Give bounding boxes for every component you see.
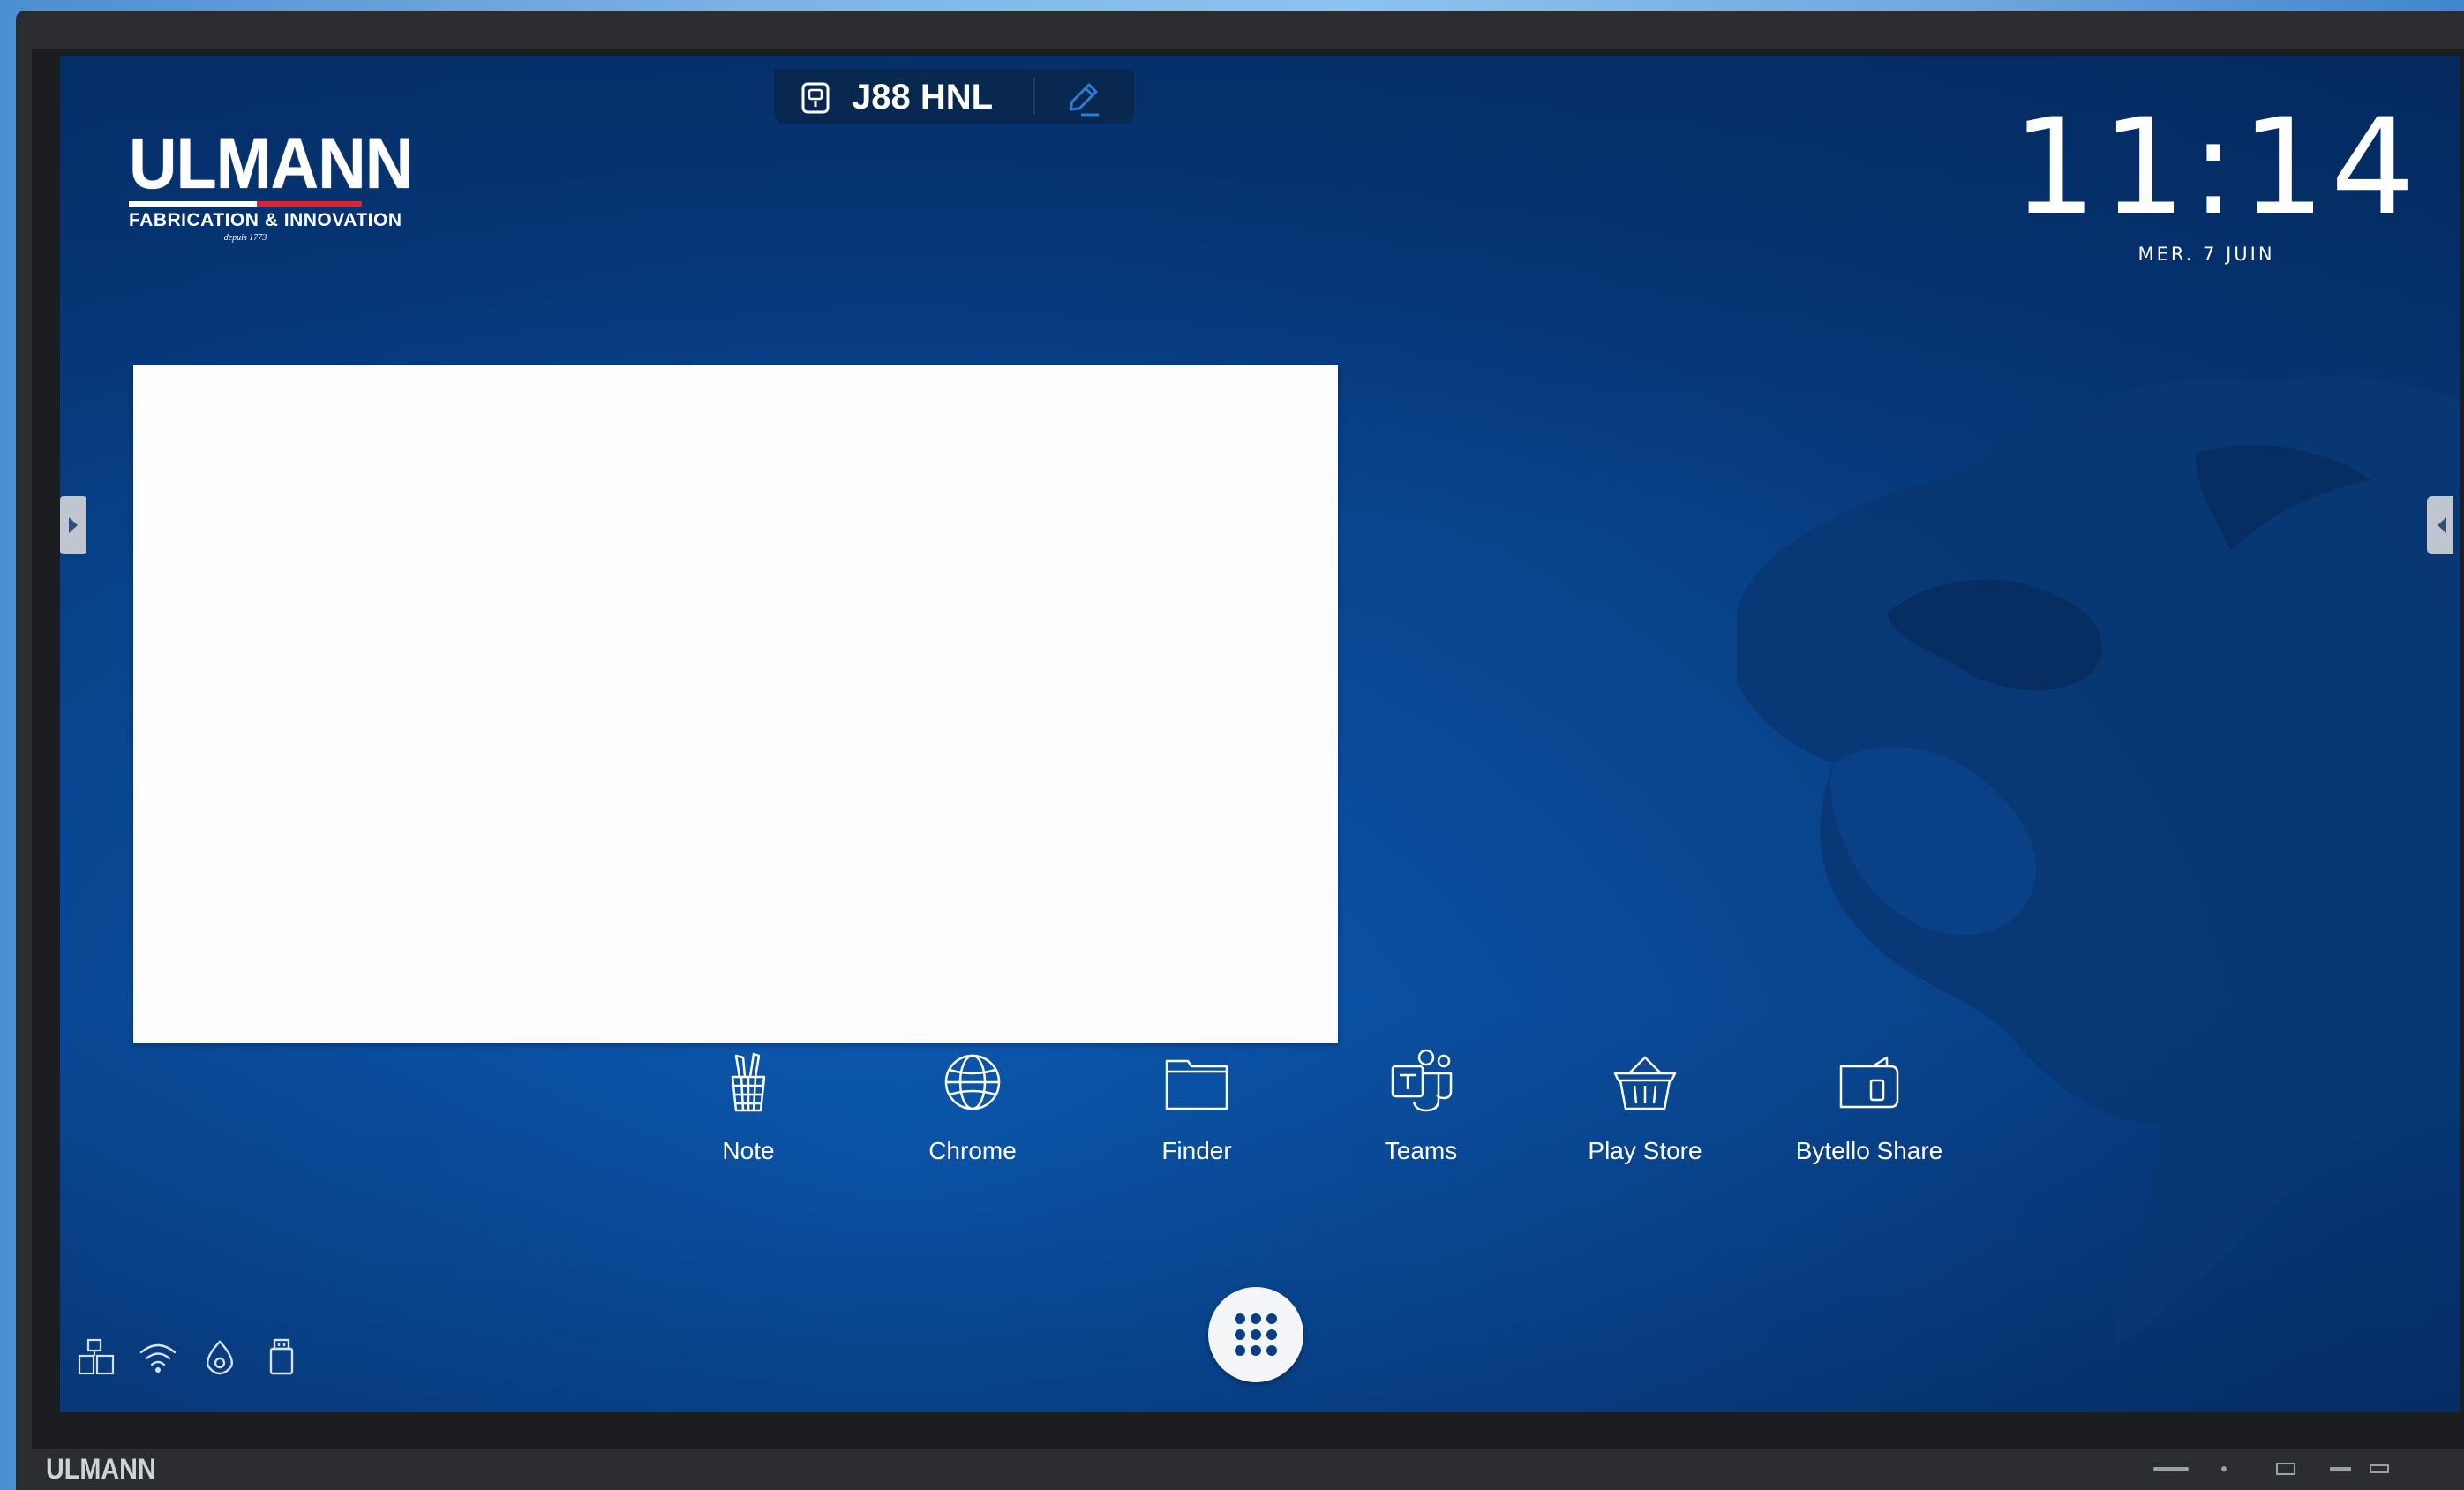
teams-icon — [1391, 1049, 1453, 1112]
wifi-icon[interactable] — [138, 1336, 178, 1377]
grid-dots-icon — [1235, 1313, 1277, 1356]
app-chrome[interactable]: Chrome — [858, 1045, 1087, 1165]
input-source-icon[interactable] — [76, 1336, 116, 1377]
app-label: Chrome — [928, 1137, 1017, 1164]
device-name: J88 HNL — [852, 78, 994, 117]
app-label: Play Store — [1588, 1137, 1702, 1164]
app-finder[interactable]: Finder — [1082, 1045, 1311, 1165]
app-drawer-button[interactable] — [1208, 1287, 1303, 1382]
logo-since: depuis 1773 — [223, 233, 267, 243]
clock-time: 11:14 — [2012, 91, 2421, 245]
chevron-right-icon — [69, 517, 78, 533]
app-note[interactable]: Note — [634, 1045, 863, 1165]
usb-icon[interactable] — [261, 1336, 302, 1377]
folder-icon — [1165, 1059, 1228, 1110]
app-teams[interactable]: Teams — [1306, 1045, 1536, 1165]
screen-share-icon — [1839, 1056, 1899, 1109]
bezel-control-buttons-icon[interactable] — [2153, 1460, 2400, 1478]
widget-panel[interactable] — [133, 365, 1338, 1043]
hotspot-icon[interactable] — [199, 1336, 240, 1377]
clock-date: MER. 7 JUIN — [2137, 244, 2275, 265]
right-sidebar-tab[interactable] — [2427, 496, 2453, 554]
globe-icon — [944, 1054, 1001, 1110]
app-label: Finder — [1161, 1137, 1232, 1164]
status-bar — [76, 1336, 302, 1377]
logo-tagline: FABRICATION & INNOVATION — [129, 210, 402, 230]
logo-wordmark: ULMANN — [129, 124, 413, 204]
device-name-pill[interactable]: J88 HNL — [774, 69, 1134, 124]
note-pencil-cup-icon — [731, 1052, 766, 1112]
clock-widget[interactable]: 11:14 MER. 7 JUIN — [2012, 91, 2421, 265]
bezel-brand-label: ULMANN — [46, 1453, 156, 1485]
app-label: Bytello Share — [1795, 1137, 1943, 1164]
left-sidebar-tab[interactable] — [60, 496, 86, 554]
device-icon — [801, 82, 830, 114]
app-label: Teams — [1384, 1137, 1458, 1164]
edit-pencil-icon[interactable] — [1062, 79, 1102, 118]
app-dock: Note Chrome Finder Teams Play Store Byte… — [634, 1045, 1957, 1222]
home-screen: ULMANN FABRICATION & INNOVATION depuis 1… — [60, 56, 2460, 1412]
app-play-store[interactable]: Play Store — [1530, 1045, 1760, 1165]
pill-divider — [1033, 78, 1035, 115]
basket-icon — [1613, 1056, 1677, 1110]
app-label: Note — [722, 1137, 775, 1164]
app-bytello-share[interactable]: Bytello Share — [1754, 1045, 1984, 1165]
brand-logo: ULMANN FABRICATION & INNOVATION depuis 1… — [129, 124, 413, 243]
chevron-left-icon — [2438, 517, 2446, 533]
